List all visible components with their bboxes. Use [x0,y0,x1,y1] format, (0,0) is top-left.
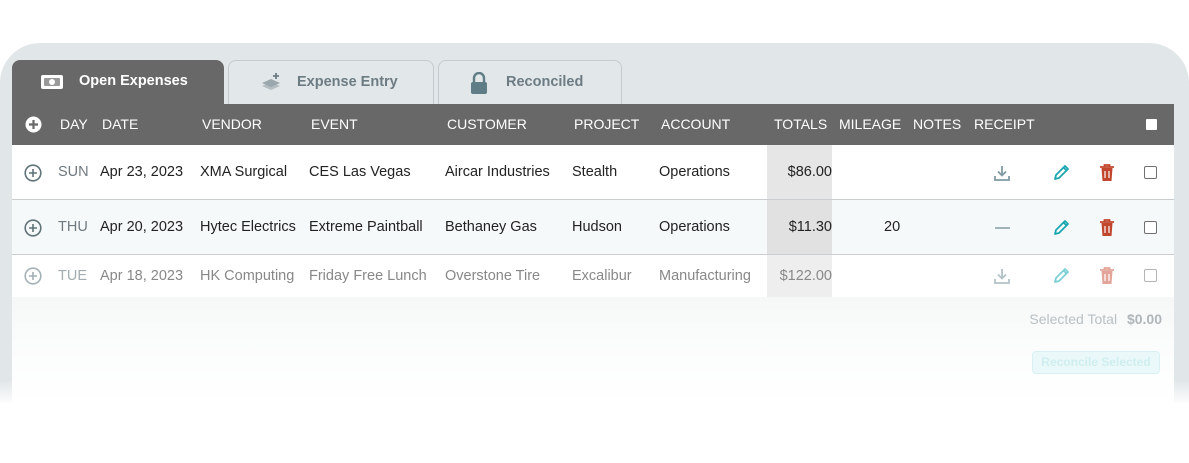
row-account: Manufacturing [659,268,751,284]
row-day: SUN [58,164,89,180]
row-project: Hudson [572,219,622,235]
row-project: Stealth [572,164,618,180]
edit-icon[interactable] [1052,218,1071,237]
stack-add-icon [262,73,280,90]
tab-open-expenses[interactable]: Open Expenses [12,60,224,104]
col-project[interactable]: PROJECT [574,116,639,132]
delete-icon[interactable] [1099,218,1115,237]
delete-icon[interactable] [1099,266,1115,285]
expand-row-icon[interactable] [24,267,42,285]
row-date: Apr 18, 2023 [100,268,184,284]
row-event: CES Las Vegas [309,164,411,180]
row-date: Apr 23, 2023 [100,164,184,180]
lock-icon [471,72,487,94]
row-customer: Overstone Tire [445,268,541,284]
table-row: THU Apr 20, 2023 Hytec Electrics Extreme… [12,200,1174,255]
expenses-table: DAY DATE VENDOR EVENT CUSTOMER PROJECT A… [12,104,1174,297]
col-totals[interactable]: TOTALS [774,116,827,132]
col-mileage[interactable]: MILEAGE [839,116,901,132]
cash-icon [41,75,63,89]
row-total: $86.00 [787,164,832,180]
bottom-fade [0,380,1189,463]
download-icon[interactable] [994,268,1010,285]
reconcile-selected-button[interactable]: Reconcile Selected [1032,351,1160,374]
row-project: Excalibur [572,268,632,284]
expand-row-icon[interactable] [24,164,42,182]
tab-reconciled[interactable]: Reconciled [438,60,622,104]
row-select-checkbox[interactable] [1144,221,1157,234]
tab-label: Expense Entry [297,74,398,90]
download-icon[interactable] [994,165,1010,182]
select-all-checkbox[interactable] [1146,119,1157,130]
delete-icon[interactable] [1099,163,1115,182]
table-row: TUE Apr 18, 2023 HK Computing Friday Fre… [12,255,1174,297]
table-header: DAY DATE VENDOR EVENT CUSTOMER PROJECT A… [12,104,1174,145]
selected-total: Selected Total $0.00 [1029,311,1162,327]
row-vendor: HK Computing [200,268,295,284]
row-select-checkbox[interactable] [1144,166,1157,179]
col-date[interactable]: DATE [102,116,138,132]
tab-expense-entry[interactable]: Expense Entry [228,60,434,104]
tab-label: Open Expenses [79,73,188,89]
tab-label: Reconciled [506,74,584,90]
row-customer: Aircar Industries [445,164,550,180]
row-mileage: 20 [884,219,901,235]
edit-icon[interactable] [1052,163,1071,182]
selected-total-label: Selected Total [1029,311,1118,327]
expand-row-icon[interactable] [24,219,42,237]
col-event[interactable]: EVENT [311,116,358,132]
col-receipt[interactable]: RECEIPT [974,116,1035,132]
add-all-icon[interactable] [25,116,42,133]
row-event: Friday Free Lunch [309,268,427,284]
row-customer: Bethaney Gas [445,219,537,235]
col-customer[interactable]: CUSTOMER [447,116,527,132]
table-row: SUN Apr 23, 2023 XMA Surgical CES Las Ve… [12,145,1174,200]
row-select-checkbox[interactable] [1144,269,1157,282]
row-event: Extreme Paintball [309,219,423,235]
row-date: Apr 20, 2023 [100,219,184,235]
col-vendor[interactable]: VENDOR [202,116,262,132]
row-account: Operations [659,164,730,180]
col-notes[interactable]: NOTES [913,116,961,132]
row-vendor: XMA Surgical [200,164,288,180]
edit-icon[interactable] [1052,266,1071,285]
selected-total-value: $0.00 [1126,311,1162,327]
row-vendor: Hytec Electrics [200,219,296,235]
row-account: Operations [659,219,730,235]
row-day: THU [58,219,88,235]
dash-icon [995,227,1010,229]
row-day: TUE [58,268,87,284]
row-total: $122.00 [779,268,832,284]
col-account[interactable]: ACCOUNT [661,116,730,132]
col-day[interactable]: DAY [60,116,88,132]
row-total: $11.30 [788,219,832,235]
